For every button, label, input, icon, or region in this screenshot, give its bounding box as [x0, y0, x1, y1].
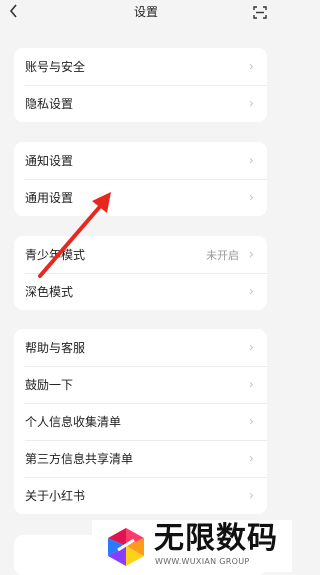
general-settings-label: 通用设置 — [25, 191, 74, 205]
encourage-item[interactable]: 鼓励一下 › — [14, 366, 267, 403]
watermark-title: 无限数码 — [154, 521, 278, 556]
chevron-right-icon: › — [248, 414, 254, 429]
teen-mode-status: 未开启 — [206, 248, 239, 262]
notification-settings-item[interactable]: 通知设置 › — [14, 142, 267, 179]
watermark-subtitle: WWW.WUXIAN GROUP — [155, 557, 250, 566]
third-party-share-item[interactable]: 第三方信息共享清单 › — [14, 440, 267, 477]
chevron-right-icon: › — [248, 153, 254, 168]
chevron-right-icon: › — [248, 377, 254, 392]
general-settings-item[interactable]: 通用设置 › — [14, 179, 267, 216]
header-bar: 设置 — [0, 0, 292, 30]
account-security-item[interactable]: 账号与安全 › — [14, 48, 267, 85]
chevron-right-icon: › — [248, 451, 254, 466]
page-title: 设置 — [133, 5, 158, 19]
personal-info-list-item[interactable]: 个人信息收集清单 › — [14, 403, 267, 440]
help-service-item[interactable]: 帮助与客服 › — [14, 329, 267, 366]
scan-button[interactable] — [253, 4, 267, 19]
chevron-right-icon: › — [248, 96, 254, 111]
chevron-right-icon: › — [248, 488, 254, 503]
help-service-label: 帮助与客服 — [25, 341, 86, 355]
privacy-settings-label: 隐私设置 — [25, 97, 74, 111]
chevron-right-icon: › — [248, 59, 254, 74]
teen-mode-label: 青少年模式 — [25, 248, 86, 262]
dark-mode-item[interactable]: 深色模式 › — [14, 273, 267, 310]
account-security-label: 账号与安全 — [25, 60, 86, 74]
notification-settings-label: 通知设置 — [25, 154, 74, 168]
third-party-share-label: 第三方信息共享清单 — [25, 452, 134, 466]
chevron-right-icon: › — [248, 190, 254, 205]
privacy-settings-item[interactable]: 隐私设置 › — [14, 85, 267, 122]
chevron-right-icon: › — [248, 340, 254, 355]
wuxian-logo-icon — [108, 528, 144, 566]
settings-group-general: 通知设置 › 通用设置 › — [14, 142, 267, 216]
settings-group-account: 账号与安全 › 隐私设置 › — [14, 48, 267, 122]
dark-mode-label: 深色模式 — [25, 285, 74, 299]
chevron-right-icon: › — [248, 284, 254, 299]
personal-info-list-label: 个人信息收集清单 — [25, 415, 122, 429]
settings-group-about: 帮助与客服 › 鼓励一下 › 个人信息收集清单 › 第三方信息共享清单 › 关于… — [14, 329, 267, 514]
about-app-label: 关于小红书 — [25, 489, 86, 503]
encourage-label: 鼓励一下 — [25, 378, 74, 392]
settings-group-display: 青少年模式 未开启 › 深色模式 › — [14, 236, 267, 310]
chevron-right-icon: › — [248, 247, 254, 262]
watermark: 无限数码 WWW.WUXIAN GROUP — [92, 520, 292, 572]
scan-icon — [253, 6, 267, 19]
teen-mode-item[interactable]: 青少年模式 未开启 › — [14, 236, 267, 273]
about-app-item[interactable]: 关于小红书 › — [14, 477, 267, 514]
